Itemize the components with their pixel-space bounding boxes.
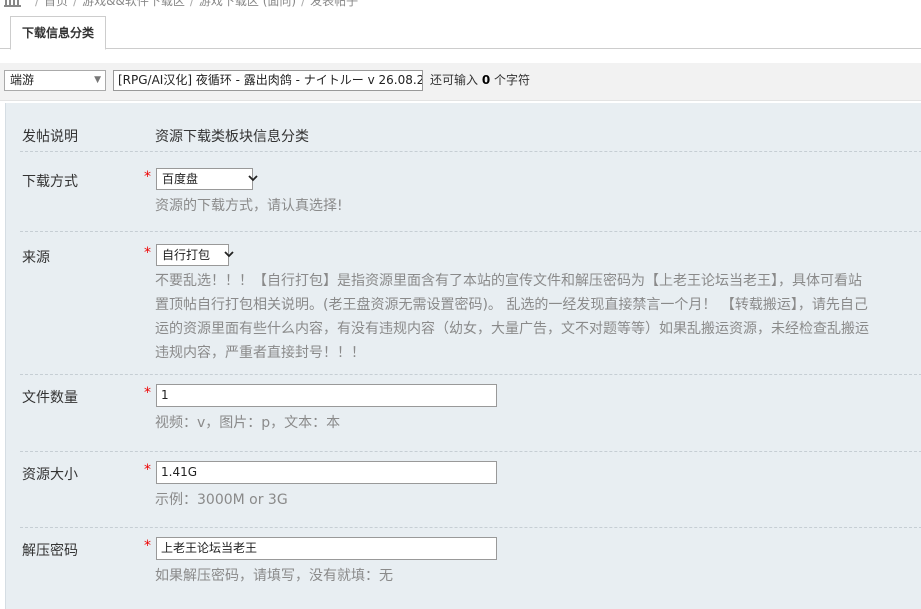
- source-value: 自行打包: [162, 248, 211, 262]
- source-hint-line-1: 不要乱选！！！【自行打包】是指资源里面含有了本站的宣传文件和解压密码为【上老王论…: [155, 273, 862, 289]
- category-select-value: 端游: [10, 73, 35, 87]
- row-size: 资源大小 * 1.41G 示例：3000M or 3G: [20, 452, 921, 528]
- download-method-label: 下载方式: [22, 174, 78, 190]
- desc-label: 发帖说明: [22, 129, 78, 145]
- source-hint-line-3: 运的资源里面有些什么内容，有没有违规内容（幼女，大量广告，文不对题等等）如果乱搬…: [155, 321, 869, 337]
- breadcrumb-section[interactable]: 游戏&&软件下载区: [82, 0, 185, 8]
- password-hint: 如果解压密码，请填写，没有就填：无: [155, 568, 393, 584]
- char-hint-suffix: 个字符: [494, 73, 531, 87]
- char-count-hint: 还可输入 0 个字符: [430, 70, 530, 91]
- category-select[interactable]: 端游 ▼: [4, 70, 106, 91]
- required-mark: *: [144, 385, 151, 401]
- row-password: 解压密码 * 上老王论坛当老王 如果解压密码，请填写，没有就填：无: [20, 528, 921, 609]
- required-mark: *: [144, 462, 151, 478]
- download-method-value: 百度盘: [162, 172, 199, 186]
- size-label: 资源大小: [22, 467, 78, 483]
- source-hint-line-2: 置顶帖自行打包相关说明。(老王盘资源无需设置密码)。 乱选的一经发现直接禁言一个…: [155, 297, 868, 313]
- row-download-method: 下载方式 * 百度盘 资源的下载方式，请认真选择!: [20, 152, 921, 232]
- source-select[interactable]: 自行打包: [156, 244, 234, 266]
- row-file-count: 文件数量 * 1 视频：v，图片：p，文本：本: [20, 375, 921, 452]
- form-panel: 发帖说明 资源下载类板块信息分类 下载方式 * 百度盘 资源的下载方式，请认真选…: [5, 103, 921, 609]
- row-source: 来源 * 自行打包 不要乱选！！！【自行打包】是指资源里面含有了本站的宣传文件和…: [20, 232, 921, 375]
- file-count-label: 文件数量: [22, 390, 78, 406]
- download-method-select[interactable]: 百度盘: [156, 168, 258, 190]
- size-input[interactable]: 1.41G: [156, 461, 497, 484]
- breadcrumb-current: 发表帖子: [310, 0, 359, 8]
- home-icon[interactable]: [4, 0, 24, 7]
- breadcrumb-forum[interactable]: 游戏下载区 (面向): [199, 0, 296, 8]
- tab-download-info[interactable]: 下载信息分类: [10, 16, 107, 50]
- size-hint: 示例：3000M or 3G: [155, 492, 288, 508]
- row-description: 发帖说明 资源下载类板块信息分类: [20, 103, 921, 152]
- password-input[interactable]: 上老王论坛当老王: [156, 537, 497, 560]
- breadcrumb-home[interactable]: 首页: [44, 0, 68, 8]
- file-count-hint: 视频：v，图片：p，文本：本: [155, 415, 341, 431]
- post-title-bar: 端游 ▼ [RPG/AI汉化] 夜循环 - 露出肉鸽 - ナイトルー v 26.…: [0, 63, 921, 101]
- char-count-value: 0: [481, 73, 491, 87]
- source-label: 来源: [22, 250, 50, 266]
- tab-bar: 下载信息分类: [0, 16, 921, 50]
- file-count-input[interactable]: 1: [156, 384, 497, 407]
- desc-value: 资源下载类板块信息分类: [155, 129, 309, 145]
- required-mark: *: [144, 169, 151, 185]
- password-label: 解压密码: [22, 543, 78, 559]
- chevron-down-icon: ▼: [94, 75, 101, 85]
- required-mark: *: [144, 538, 151, 554]
- required-mark: *: [144, 245, 151, 261]
- source-hint-line-4: 违规内容，严重者直接封号！！！: [155, 345, 365, 361]
- title-input[interactable]: [RPG/AI汉化] 夜循环 - 露出肉鸽 - ナイトルー v 26.08.21: [113, 70, 423, 91]
- breadcrumb: / 首页 / 游戏&&软件下载区 / 游戏下载区 (面向) / 发表帖子: [0, 0, 358, 8]
- download-method-hint: 资源的下载方式，请认真选择!: [155, 198, 343, 214]
- char-hint-prefix: 还可输入: [430, 73, 479, 87]
